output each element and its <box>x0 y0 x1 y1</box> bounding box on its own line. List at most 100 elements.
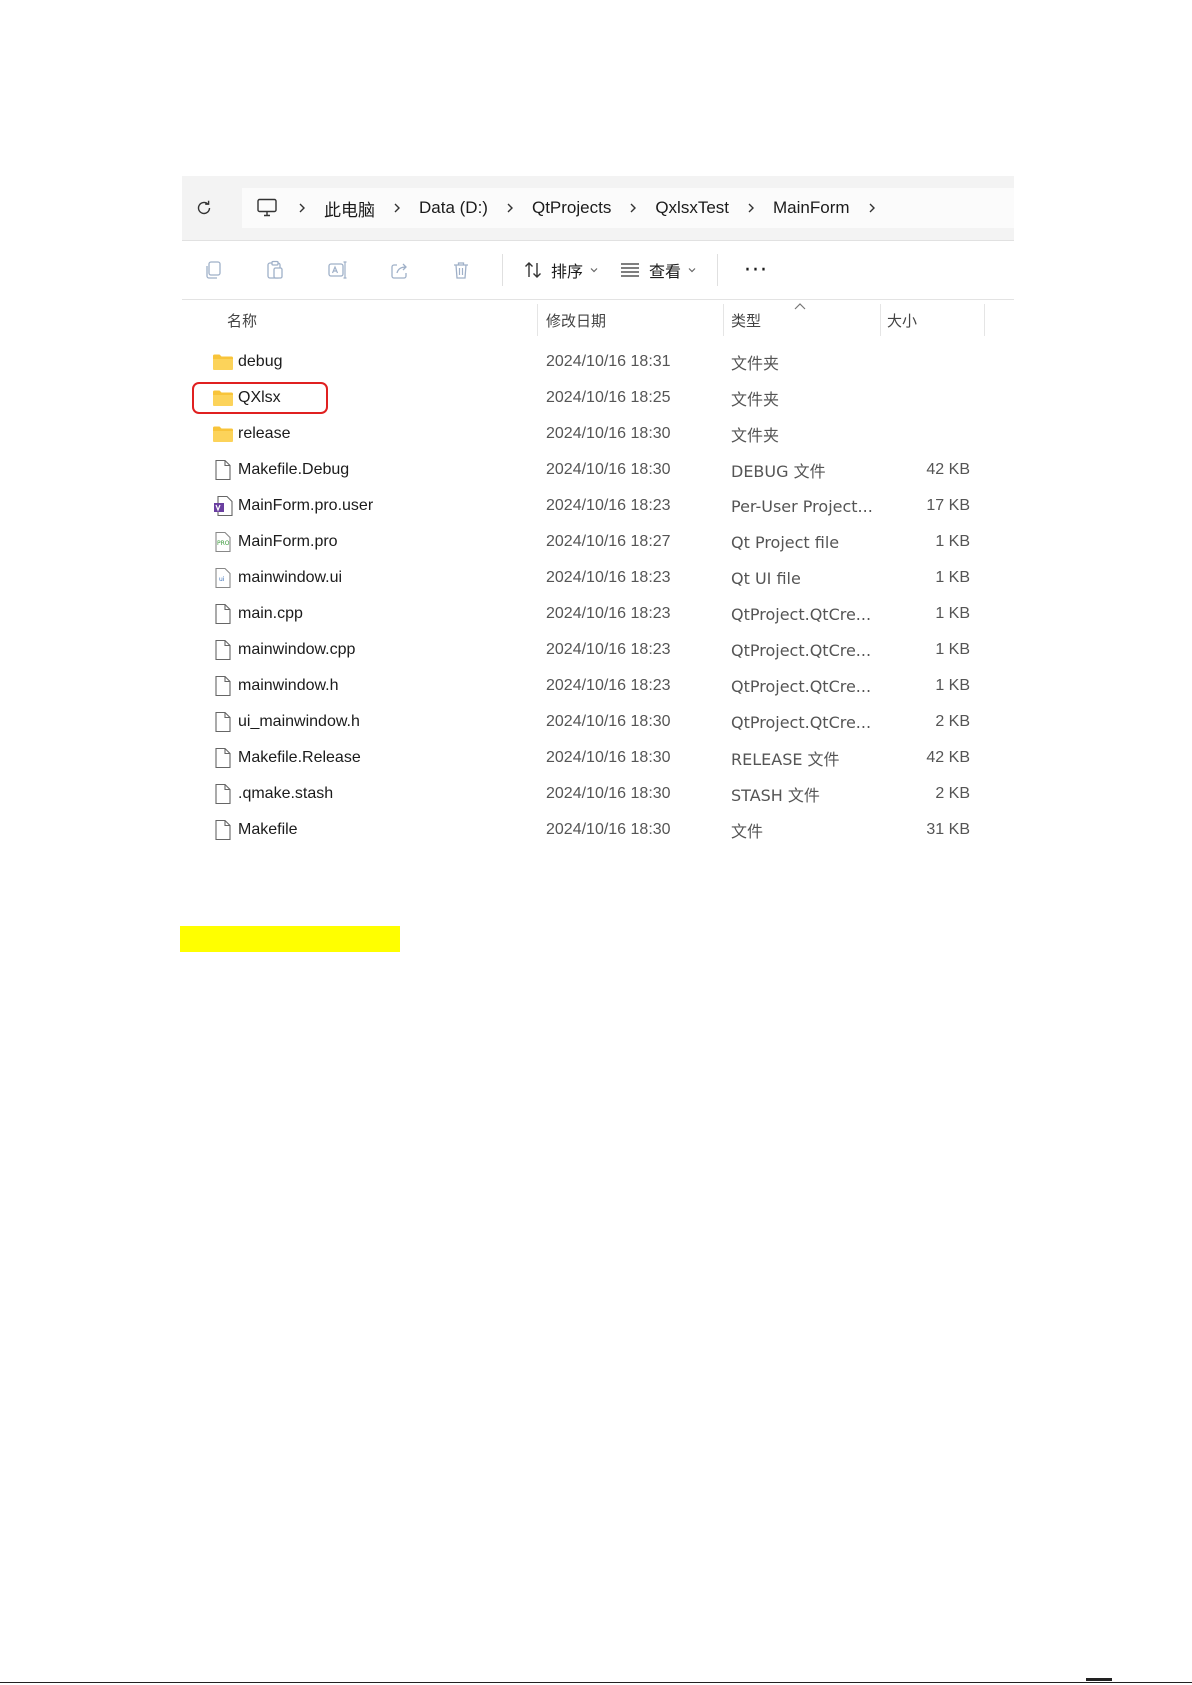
rename-icon[interactable] <box>306 250 368 290</box>
page-rule-mark <box>1086 1678 1112 1681</box>
file-row[interactable]: .qmake.stash 2024/10/16 18:30 STASH 文件 2 KB <box>182 776 1014 812</box>
column-size[interactable]: 大小 <box>887 300 917 340</box>
sort-button[interactable]: 排序 <box>513 250 609 290</box>
file-name[interactable]: QXlsx <box>238 380 281 416</box>
breadcrumb-item[interactable]: Data (D:) <box>419 198 488 218</box>
column-type[interactable]: 类型 <box>731 300 761 340</box>
breadcrumb-item[interactable]: QtProjects <box>532 198 611 218</box>
page-rule <box>0 1682 1192 1683</box>
file-date: 2024/10/16 18:30 <box>546 461 671 478</box>
breadcrumb-item[interactable]: 此电脑 <box>324 196 375 221</box>
toolbar-divider <box>502 254 503 286</box>
file-row[interactable]: MainForm.pro.user 2024/10/16 18:23 Per-Use… <box>182 488 1014 524</box>
file-name[interactable]: debug <box>238 344 283 380</box>
file-name[interactable]: release <box>238 416 290 452</box>
file-row[interactable]: debug 2024/10/16 18:31 文件夹 <box>182 344 1014 380</box>
file-size <box>812 380 970 416</box>
file-date: 2024/10/16 18:30 <box>546 821 671 838</box>
sort-icon <box>525 262 541 278</box>
column-separator[interactable] <box>723 304 724 336</box>
file-name[interactable]: .qmake.stash <box>238 776 333 812</box>
copy-icon[interactable] <box>182 250 244 290</box>
file-type: 文件夹 <box>731 390 780 409</box>
view-label: 查看 <box>649 262 682 281</box>
file-name[interactable]: main.cpp <box>238 596 303 632</box>
file-date: 2024/10/16 18:30 <box>546 785 671 802</box>
chevron-right-icon[interactable] <box>375 196 419 220</box>
chevron-right-icon[interactable] <box>850 196 894 220</box>
file-icon <box>212 668 234 704</box>
column-header: 名称 修改日期 类型 大小 <box>182 300 1014 340</box>
file-name[interactable]: Makefile.Debug <box>238 452 349 488</box>
chevron-right-icon[interactable] <box>729 196 773 220</box>
file-size <box>812 344 970 380</box>
column-date[interactable]: 修改日期 <box>546 300 606 340</box>
file-row[interactable]: Makefile.Debug 2024/10/16 18:30 DEBUG 文件 42… <box>182 452 1014 488</box>
file-row[interactable]: ui mainwindow.ui 2024/10/16 18:23 Qt UI fil… <box>182 560 1014 596</box>
chevron-right-icon[interactable] <box>280 196 324 220</box>
file-row[interactable]: ui_mainwindow.h 2024/10/16 18:30 QtProject… <box>182 704 1014 740</box>
breadcrumb-item[interactable]: QxlsxTest <box>655 198 729 218</box>
file-name[interactable]: ui_mainwindow.h <box>238 704 360 740</box>
file-size: 42 KB <box>926 749 970 766</box>
column-separator[interactable] <box>880 304 881 336</box>
file-row[interactable]: mainwindow.h 2024/10/16 18:23 QtProject.Qt… <box>182 668 1014 704</box>
view-button[interactable]: 查看 <box>609 250 707 290</box>
more-options-button[interactable]: ··· <box>728 250 784 290</box>
file-date: 2024/10/16 18:30 <box>546 749 671 766</box>
file-type: 文件夹 <box>731 426 780 445</box>
pro-file-icon: PRO <box>212 524 234 560</box>
file-list: debug 2024/10/16 18:31 文件夹 QXlsx 2024/10/16 … <box>182 344 1014 848</box>
file-row[interactable]: mainwindow.cpp 2024/10/16 18:23 QtProject.… <box>182 632 1014 668</box>
file-size: 1 KB <box>935 605 970 622</box>
file-name[interactable]: MainForm.pro.user <box>238 488 373 524</box>
this-pc-icon[interactable] <box>254 196 280 220</box>
toolbar-divider <box>717 254 719 286</box>
breadcrumb: 此电脑 Data (D:) QtProjects QxlsxTest MainForm <box>242 188 1014 228</box>
file-name[interactable]: mainwindow.ui <box>238 560 342 596</box>
column-name[interactable]: 名称 <box>227 300 257 340</box>
refresh-icon[interactable] <box>192 196 216 220</box>
column-separator[interactable] <box>537 304 538 336</box>
chevron-right-icon[interactable] <box>488 196 532 220</box>
file-icon <box>212 812 234 848</box>
file-icon <box>212 596 234 632</box>
breadcrumb-item[interactable]: MainForm <box>773 198 850 218</box>
file-type: 文件夹 <box>731 354 780 373</box>
ui-file-icon: ui <box>212 560 234 596</box>
file-icon <box>212 776 234 812</box>
file-row[interactable]: PRO MainForm.pro 2024/10/16 18:27 Qt Projec… <box>182 524 1014 560</box>
file-date: 2024/10/16 18:23 <box>546 569 671 586</box>
folder-icon <box>212 416 234 452</box>
highlight-bar <box>180 926 400 952</box>
file-name[interactable]: mainwindow.h <box>238 668 339 704</box>
file-date: 2024/10/16 18:23 <box>546 605 671 622</box>
file-date: 2024/10/16 18:30 <box>546 425 671 442</box>
share-icon[interactable] <box>368 250 430 290</box>
file-name[interactable]: MainForm.pro <box>238 524 338 560</box>
file-size: 2 KB <box>935 713 970 730</box>
file-date: 2024/10/16 18:23 <box>546 641 671 658</box>
file-date: 2024/10/16 18:23 <box>546 677 671 694</box>
delete-icon[interactable] <box>430 250 492 290</box>
svg-text:PRO: PRO <box>217 540 230 547</box>
file-row[interactable]: main.cpp 2024/10/16 18:23 QtProject.QtCre.… <box>182 596 1014 632</box>
file-icon <box>212 704 234 740</box>
file-icon <box>212 632 234 668</box>
sort-label: 排序 <box>551 262 584 281</box>
file-name[interactable]: mainwindow.cpp <box>238 632 355 668</box>
column-separator[interactable] <box>984 304 985 336</box>
file-name[interactable]: Makefile.Release <box>238 740 361 776</box>
file-row[interactable]: release 2024/10/16 18:30 文件夹 <box>182 416 1014 452</box>
file-date: 2024/10/16 18:31 <box>546 353 671 370</box>
file-row[interactable]: Makefile.Release 2024/10/16 18:30 RELEASE … <box>182 740 1014 776</box>
file-row[interactable]: QXlsx 2024/10/16 18:25 文件夹 <box>182 380 1014 416</box>
paste-icon[interactable] <box>244 250 306 290</box>
file-row[interactable]: Makefile 2024/10/16 18:30 文件 31 KB <box>182 812 1014 848</box>
folder-icon <box>212 380 234 416</box>
file-size: 17 KB <box>926 497 970 514</box>
view-list-icon <box>621 263 640 277</box>
chevron-right-icon[interactable] <box>611 196 655 220</box>
file-name[interactable]: Makefile <box>238 812 298 848</box>
file-size <box>812 416 970 452</box>
